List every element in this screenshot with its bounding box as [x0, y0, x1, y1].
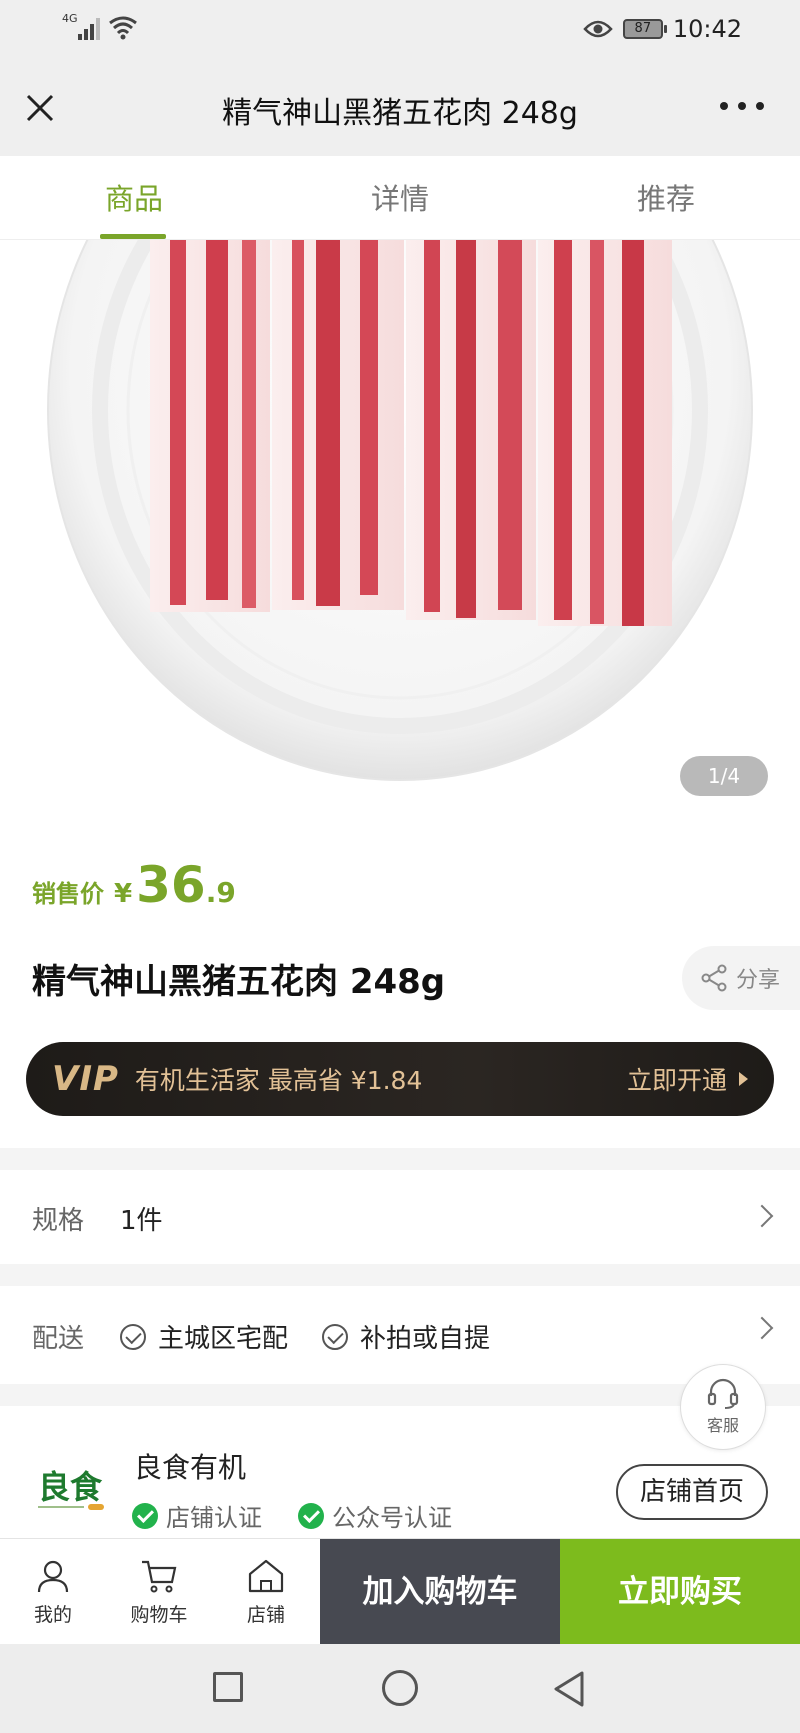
- vip-text: 有机生活家 最高省 ¥1.84: [134, 1066, 423, 1095]
- wifi-icon: [109, 16, 137, 40]
- buy-now-button[interactable]: 立即购买: [560, 1539, 800, 1645]
- vip-badge: VIP: [52, 1059, 119, 1099]
- check-circle-icon: [322, 1323, 349, 1350]
- spec-label: 规格: [32, 1206, 85, 1236]
- page-title: 精气神山黑猪五花肉 248g: [222, 96, 578, 131]
- divider: [0, 1148, 800, 1170]
- battery-indicator: 87: [622, 19, 667, 39]
- tab-recommend[interactable]: 推荐: [566, 176, 766, 218]
- delivery-option: 补拍或自提: [322, 1318, 490, 1355]
- chevron-right-icon: [750, 1204, 774, 1228]
- headset-icon: [707, 1378, 739, 1409]
- chevron-right-icon: [750, 1316, 774, 1340]
- price-row: 销售价 ¥ 36 .9: [32, 856, 236, 914]
- close-icon[interactable]: [22, 90, 58, 126]
- nav-store[interactable]: 店铺: [212, 1539, 320, 1645]
- price-currency: ¥: [114, 879, 133, 909]
- dot-icon: [756, 102, 764, 110]
- status-bar: 4G 87 10:42: [0, 0, 800, 60]
- check-circle-icon: [120, 1323, 146, 1350]
- spec-value: 1件: [120, 1206, 163, 1236]
- nav-label: 店铺: [246, 1603, 285, 1626]
- user-icon: [37, 1560, 69, 1592]
- recent-apps-icon[interactable]: [213, 1672, 243, 1702]
- cart-icon: [142, 1560, 177, 1592]
- store-icon: [248, 1559, 284, 1592]
- svg-text:良食: 良食: [38, 1468, 103, 1506]
- share-label: 分享: [736, 968, 781, 993]
- delivery-option: 主城区宅配: [120, 1318, 288, 1355]
- divider: [0, 1264, 800, 1286]
- store-name[interactable]: 良食有机: [134, 1446, 246, 1486]
- product-image: [47, 240, 753, 781]
- check-filled-icon: [132, 1502, 158, 1529]
- product-image-carousel[interactable]: 1/4: [0, 240, 800, 800]
- dot-icon: [720, 102, 728, 110]
- delivery-options: 主城区宅配 补拍或自提: [120, 1318, 490, 1355]
- badge-label: 公众号认证: [332, 1504, 452, 1532]
- more-options-button[interactable]: [720, 102, 764, 114]
- share-button[interactable]: 分享: [682, 946, 800, 1010]
- tab-bar: 商品 详情 推荐: [0, 156, 800, 240]
- home-icon[interactable]: [382, 1670, 418, 1706]
- nav-cart[interactable]: 购物车: [106, 1539, 212, 1645]
- price-decimal: .9: [205, 876, 236, 909]
- add-to-cart-button[interactable]: 加入购物车: [320, 1539, 560, 1645]
- title-bar: 精气神山黑猪五花肉 248g: [0, 60, 800, 156]
- image-pager: 1/4: [680, 756, 768, 796]
- network-label: 4G: [62, 12, 78, 25]
- nav-label: 购物车: [130, 1603, 188, 1626]
- nav-mine[interactable]: 我的: [0, 1539, 106, 1645]
- store-section: 良食 良食有机 店铺认证 公众号认证 店铺首页: [0, 1406, 800, 1538]
- tab-goods[interactable]: 商品: [34, 176, 234, 218]
- dot-icon: [738, 102, 746, 110]
- store-logo[interactable]: 良食: [32, 1462, 108, 1518]
- triangle-right-icon: [739, 1072, 748, 1086]
- tab-indicator: [100, 234, 166, 239]
- nav-label: 我的: [33, 1603, 72, 1626]
- vip-activate-button[interactable]: 立即开通: [627, 1042, 748, 1116]
- delivery-option-label: 主城区宅配: [158, 1324, 289, 1354]
- delivery-row[interactable]: 配送 主城区宅配 补拍或自提: [0, 1286, 800, 1384]
- official-account-badge: 公众号认证: [298, 1498, 452, 1533]
- signal-icon: [78, 16, 100, 40]
- store-home-button[interactable]: 店铺首页: [616, 1464, 768, 1520]
- tab-details[interactable]: 详情: [300, 176, 500, 218]
- back-icon[interactable]: [552, 1670, 586, 1708]
- vip-banner[interactable]: VIP 有机生活家 最高省 ¥1.84 立即开通: [26, 1042, 774, 1116]
- delivery-option-label: 补拍或自提: [360, 1324, 491, 1354]
- service-label: 客服: [706, 1416, 739, 1435]
- spec-row[interactable]: 规格 1件: [0, 1170, 800, 1264]
- vip-cta-label: 立即开通: [626, 1066, 727, 1095]
- system-navigation-bar: [0, 1644, 800, 1733]
- price-integer: 36: [136, 856, 206, 914]
- badge-label: 店铺认证: [166, 1504, 262, 1532]
- price-label: 销售价: [32, 880, 104, 908]
- check-filled-icon: [298, 1502, 324, 1529]
- product-name: 精气神山黑猪五花肉 248g: [32, 962, 446, 1002]
- customer-service-button[interactable]: 客服: [680, 1364, 766, 1450]
- store-badges: 店铺认证 公众号认证: [132, 1498, 452, 1533]
- bottom-action-bar: 我的 购物车 店铺 加入购物车 立即购买: [0, 1538, 800, 1645]
- share-icon: [701, 964, 727, 992]
- delivery-label: 配送: [32, 1324, 85, 1354]
- store-verified-badge: 店铺认证: [132, 1498, 262, 1533]
- eye-icon: [583, 20, 613, 38]
- clock: 10:42: [672, 15, 742, 43]
- status-right: 87 10:42: [583, 14, 742, 44]
